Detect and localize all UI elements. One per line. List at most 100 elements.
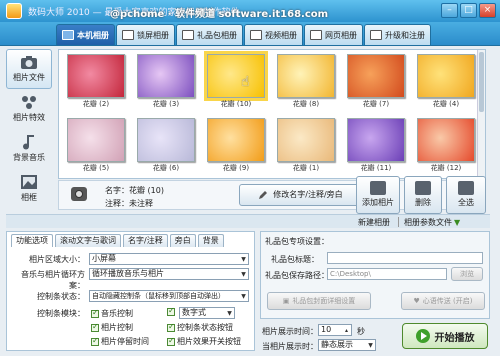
checkbox-music-control[interactable]: 音乐控制 [91,308,133,319]
toolbar-divider [398,217,399,227]
flower-photo [207,118,265,162]
duration-label: 相片展示时间： [262,327,318,336]
main-tab-bar: 本机相册 锁屏相册 礼品包相册 视频相册 网页相册 升级和注册 [0,22,500,46]
note-value: 未注释 [129,199,153,208]
checkbox-effect-switch[interactable]: 相片效果开关按钮 [167,336,241,347]
photo-caption: 花瓣 (9) [222,164,250,172]
photo-caption: 花瓣 (3) [152,100,180,108]
web-icon [310,30,322,40]
photo-thumbnail[interactable]: 花瓣 (11) [345,116,407,174]
browse-button[interactable]: 浏览 [451,267,483,281]
gift-heading: 礼品包专项设置： [265,237,329,246]
spinner-icon: ▴ [344,327,348,334]
duration-unit: 秒 [357,327,365,336]
tab-gift-album[interactable]: 礼品包相册 [176,24,243,45]
photo-thumbnail[interactable]: 花瓣 (9) [205,116,267,174]
camera-icon [20,54,38,70]
photo-thumbnail[interactable]: 花瓣 (6) [135,116,197,174]
play-icon [415,329,430,343]
digital-select[interactable]: 数字式 ▼ [179,307,235,319]
chevron-down-icon: ▼ [227,310,232,317]
flower-photo [347,54,405,98]
chevron-down-icon: ▼ [241,293,246,300]
scrollbar-thumb[interactable] [479,52,484,112]
photo-thumbnail[interactable]: 花瓣 (7) [345,52,407,110]
add-photo-button[interactable]: 添加相片 [356,176,400,214]
tab-upgrade-register[interactable]: 升级和注册 [364,24,431,45]
checkbox-stay-time[interactable]: 相片停留时间 [91,336,149,347]
tab-web-album[interactable]: 网页相册 [304,24,363,45]
photo-thumbnail[interactable]: 花瓣 (1) [275,116,337,174]
photo-thumbnail[interactable]: 花瓣 (3) [135,52,197,110]
gift-icon [182,30,194,40]
new-album-button[interactable]: 新建相册 [358,217,390,228]
album-params-button[interactable]: 相册参数文件 ▼ [404,217,460,228]
music-loop-select[interactable]: 循环播放音乐与相片 ▼ [89,268,249,280]
photo-thumbnail[interactable]: 花瓣 (5) [65,116,127,174]
photo-thumbnail[interactable]: 花瓣 (8) [275,52,337,110]
duration-input[interactable]: 10 ▴ [318,324,352,336]
heart-send-button[interactable]: ♥ 心语传送 (开启) [401,292,485,310]
start-play-button[interactable]: 开始播放 [402,323,488,349]
pencil-icon [259,191,268,199]
delete-button[interactable]: 删除 [404,176,442,214]
upgrade-icon [370,30,382,40]
tab-narration[interactable]: 旁白 [169,234,196,247]
flower-photo [277,54,335,98]
tab-local-album[interactable]: 本机相册 [56,24,115,45]
nav-photo-effects[interactable]: 相片特效 [6,89,52,129]
flower-photo [347,118,405,162]
minimize-button[interactable]: – [441,3,458,18]
gift-icon: ▣ [282,297,290,305]
checkbox-photo-control[interactable]: 相片控制 [91,322,133,333]
display-mode-select[interactable]: 静态展示 ▼ [318,339,376,351]
checkbox-digital[interactable] [167,306,175,316]
photo-caption: 花瓣 (1) [292,164,320,172]
grid-scrollbar[interactable] [477,50,485,178]
hand-cursor-icon: ☝ [241,74,250,90]
site-watermark: @pchome · 软件频道 software.it168.com [110,9,329,20]
area-size-select[interactable]: 小屏幕 ▼ [89,253,249,265]
modules-label: 控制条模块： [37,309,85,318]
photo-caption: 花瓣 (5) [82,164,110,172]
left-nav: 相片文件 相片特效 背景音乐 相框 [6,49,52,213]
photo-thumbnail[interactable]: 花瓣 (12) [415,116,477,174]
area-size-label: 相片区域大小： [29,255,85,264]
flower-photo [204,51,268,101]
photo-caption: 花瓣 (10) [220,100,252,108]
nav-photo-files[interactable]: 相片文件 [6,49,52,89]
chevron-down-icon: ▼ [241,256,246,263]
gift-cover-detail-button[interactable]: ▣ 礼品包封面详细设置 [267,292,371,310]
music-note-icon [20,134,38,150]
album-toolbar: 新建相册 相册参数文件 ▼ [6,214,490,228]
nav-frame[interactable]: 相框 [6,169,52,209]
control-bar-select[interactable]: 自动隐藏控制条（鼠标移到顶部自动弹出） ▼ [89,290,249,302]
tab-name-note[interactable]: 名字/注释 [123,234,168,247]
music-loop-label: 音乐与相片循环方案： [21,270,85,290]
checkbox-status-button[interactable]: 控制条状态按钮 [167,322,233,333]
tab-lockscreen-album[interactable]: 锁屏相册 [116,24,175,45]
flower-photo [137,118,195,162]
gift-title-input[interactable] [327,252,483,264]
gift-title-label: 礼品包标题： [271,255,319,264]
photo-caption: 花瓣 (6) [152,164,180,172]
select-all-button[interactable]: 全选 [446,176,486,214]
close-button[interactable]: × [479,3,496,18]
tab-background[interactable]: 背景 [197,234,224,247]
tab-video-album[interactable]: 视频相册 [244,24,303,45]
note-label: 注释： [105,199,129,208]
maximize-button[interactable]: □ [460,3,477,18]
photo-thumbnail[interactable]: 花瓣 (10) ☝ [204,51,268,110]
chevron-down-icon: ▼ [368,342,373,349]
tab-scrolling-text[interactable]: 滚动文字与歌词 [55,234,121,247]
monitor-icon [122,30,134,40]
edit-name-note-button[interactable]: 修改名字/注释/旁白 [239,184,361,206]
photo-thumbnail[interactable]: 花瓣 (2) [65,52,127,110]
film-icon [250,30,262,40]
photo-thumbnail[interactable]: 花瓣 (4) [415,52,477,110]
photo-caption: 花瓣 (11) [360,164,392,172]
nav-background-music[interactable]: 背景音乐 [6,129,52,169]
tab-feature-options[interactable]: 功能选项 [11,234,53,247]
frame-icon [20,174,38,190]
gift-path-input[interactable]: C:\Desktop\ [327,268,447,280]
